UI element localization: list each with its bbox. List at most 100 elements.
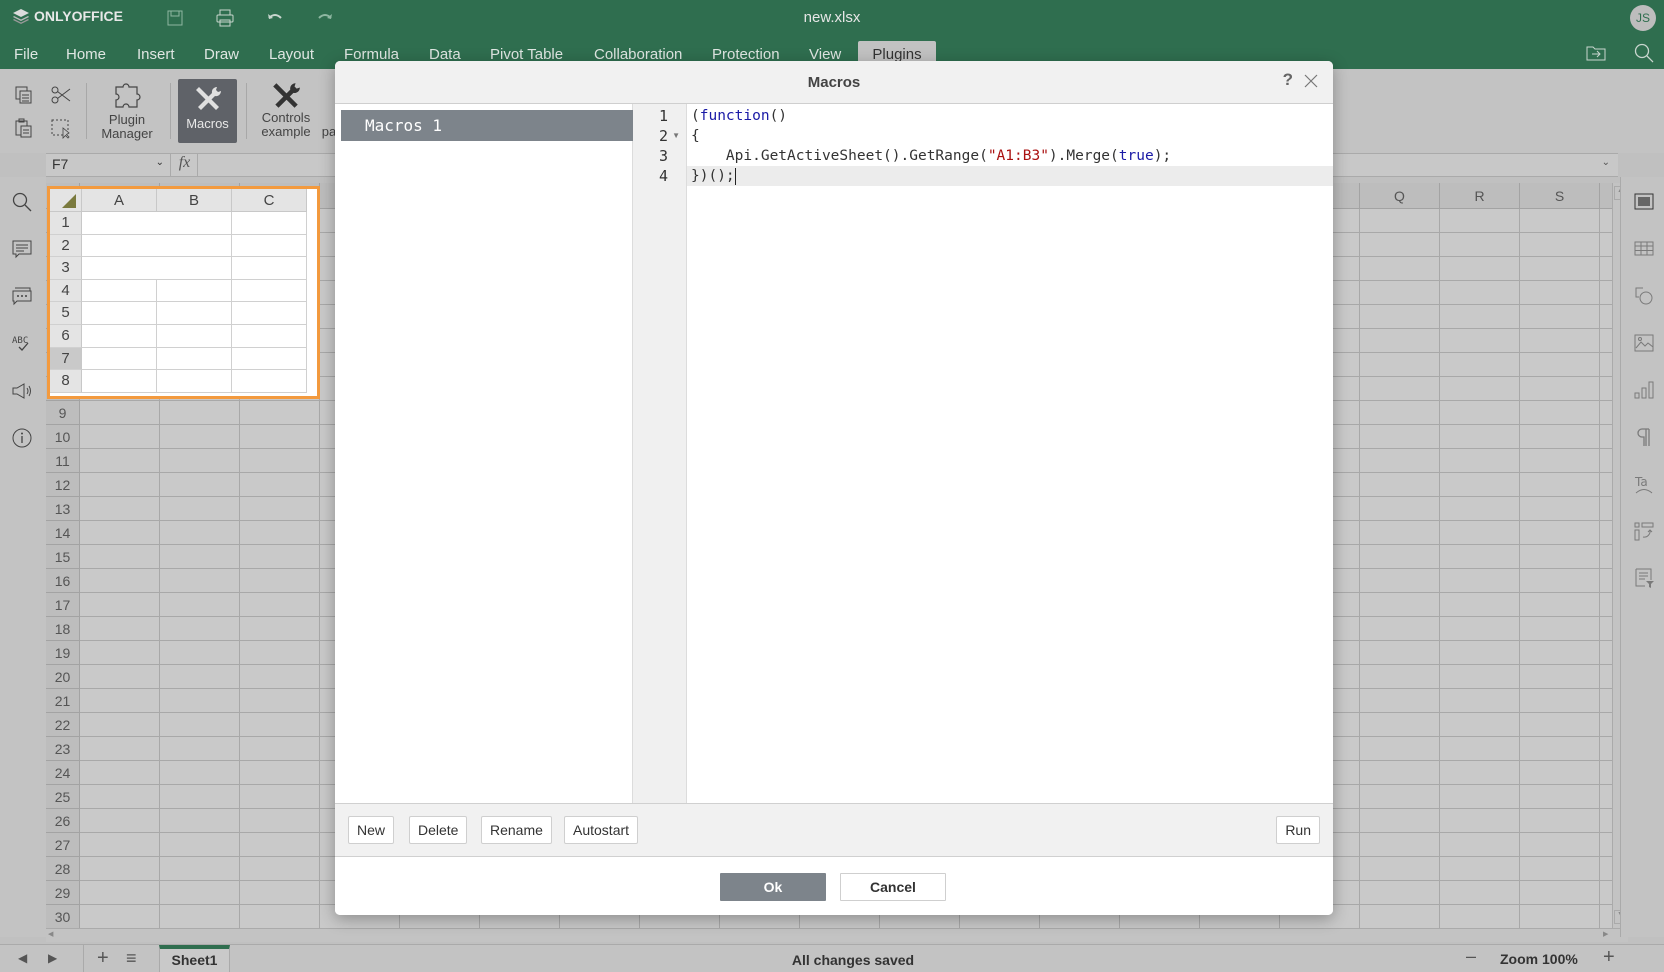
row-header[interactable]: 4 <box>50 279 82 303</box>
help-button[interactable]: ? <box>1283 70 1293 90</box>
cell[interactable] <box>157 325 232 348</box>
expand-formula-bar-icon[interactable]: ⌄ <box>1602 157 1610 168</box>
cell[interactable] <box>82 302 157 325</box>
cell[interactable] <box>82 370 157 393</box>
cell[interactable] <box>232 302 307 325</box>
column-header[interactable]: B <box>157 189 232 212</box>
row-header[interactable]: 8 <box>50 370 82 393</box>
column-header[interactable]: Q <box>1360 183 1440 209</box>
cell[interactable] <box>232 234 307 258</box>
text-art-settings-icon[interactable]: Ta <box>1633 473 1655 495</box>
column-header[interactable]: C <box>232 189 307 212</box>
partially-hidden-plugin-button[interactable]: pa <box>322 79 336 143</box>
row-header[interactable]: 3 <box>50 257 82 280</box>
column-header[interactable]: A <box>82 189 157 212</box>
autostart-button[interactable]: Autostart <box>564 816 639 844</box>
macros-button[interactable]: Macros <box>178 79 237 143</box>
about-info-icon[interactable] <box>11 427 33 449</box>
row-header[interactable]: 24 <box>46 761 80 785</box>
cell-settings-icon[interactable] <box>1633 191 1655 213</box>
tab-file[interactable]: File <box>0 41 52 69</box>
code-editor[interactable]: (function() { Api.GetActiveSheet().GetRa… <box>687 104 1333 803</box>
macro-list-item[interactable]: Macros 1 <box>341 110 633 141</box>
cell[interactable] <box>82 279 157 303</box>
cell[interactable] <box>232 325 307 348</box>
cell-name-box[interactable]: F7 ⌄ <box>46 154 171 176</box>
search-icon[interactable] <box>1633 42 1655 64</box>
controls-example-button[interactable]: Controls example <box>253 79 319 143</box>
select-all-corner[interactable] <box>50 189 82 212</box>
cut-icon[interactable] <box>50 84 72 106</box>
horizontal-scrollbar[interactable]: ◀ ▶ <box>46 928 1628 942</box>
new-macro-button[interactable]: New <box>348 816 395 844</box>
cell[interactable] <box>82 347 157 371</box>
row-header[interactable]: 2 <box>50 234 82 258</box>
chat-icon[interactable] <box>11 285 33 307</box>
row-header[interactable]: 27 <box>46 833 80 857</box>
row-header[interactable]: 21 <box>46 689 80 713</box>
tab-home[interactable]: Home <box>52 41 120 69</box>
cell[interactable] <box>157 279 232 303</box>
cell[interactable] <box>157 302 232 325</box>
column-header[interactable] <box>1600 183 1612 209</box>
copy-icon[interactable] <box>13 84 35 106</box>
cell[interactable] <box>232 257 307 280</box>
merged-cell[interactable] <box>82 212 232 235</box>
ok-button[interactable]: Ok <box>720 873 826 901</box>
row-header[interactable]: 29 <box>46 881 80 905</box>
cell[interactable] <box>232 279 307 303</box>
zoom-level[interactable]: Zoom 100% <box>1500 951 1578 967</box>
cell[interactable] <box>232 347 307 371</box>
close-icon[interactable] <box>1303 73 1319 89</box>
cell[interactable] <box>82 325 157 348</box>
row-header[interactable]: 22 <box>46 713 80 737</box>
pivot-table-settings-icon[interactable] <box>1633 520 1655 542</box>
user-avatar[interactable]: JS <box>1630 5 1656 31</box>
run-macro-button[interactable]: Run <box>1276 816 1320 844</box>
insert-function-button[interactable]: fx <box>172 154 198 176</box>
cancel-button[interactable]: Cancel <box>840 873 946 901</box>
scroll-right-arrow[interactable]: ▶ <box>1603 930 1616 941</box>
column-header[interactable]: S <box>1520 183 1600 209</box>
row-header[interactable]: 10 <box>46 425 80 449</box>
zoom-out-icon[interactable]: – <box>1466 946 1476 966</box>
zoom-in-icon[interactable]: + <box>1603 946 1615 968</box>
row-header[interactable]: 30 <box>46 905 80 928</box>
cell[interactable] <box>157 347 232 371</box>
cell[interactable] <box>232 370 307 393</box>
tab-draw[interactable]: Draw <box>190 41 253 69</box>
paragraph-settings-icon[interactable] <box>1633 426 1655 448</box>
tab-insert[interactable]: Insert <box>123 41 189 69</box>
row-header[interactable]: 1 <box>50 212 82 235</box>
row-header[interactable]: 12 <box>46 473 80 497</box>
merged-cell[interactable] <box>82 234 232 258</box>
feedback-megaphone-icon[interactable] <box>11 380 33 402</box>
cell[interactable] <box>157 370 232 393</box>
row-header[interactable]: 18 <box>46 617 80 641</box>
chart-settings-icon[interactable] <box>1633 379 1655 401</box>
slicer-settings-icon[interactable] <box>1633 567 1655 589</box>
comments-icon[interactable] <box>11 238 33 260</box>
row-header[interactable]: 7 <box>50 347 82 371</box>
rename-macro-button[interactable]: Rename <box>481 816 552 844</box>
spellcheck-icon[interactable]: ABC <box>11 332 33 354</box>
row-header[interactable]: 20 <box>46 665 80 689</box>
scroll-left-arrow[interactable]: ◀ <box>48 930 61 941</box>
row-header[interactable]: 9 <box>46 401 80 425</box>
row-header[interactable]: 14 <box>46 521 80 545</box>
row-header[interactable]: 5 <box>50 302 82 325</box>
row-header[interactable]: 13 <box>46 497 80 521</box>
table-settings-icon[interactable] <box>1633 238 1655 260</box>
row-header[interactable]: 6 <box>50 325 82 348</box>
chevron-down-icon[interactable]: ⌄ <box>156 157 164 168</box>
open-file-location-icon[interactable] <box>1585 42 1607 64</box>
row-header[interactable]: 19 <box>46 641 80 665</box>
image-settings-icon[interactable] <box>1633 332 1655 354</box>
row-header[interactable]: 17 <box>46 593 80 617</box>
row-header[interactable]: 23 <box>46 737 80 761</box>
search-icon[interactable] <box>11 191 33 213</box>
row-header[interactable]: 11 <box>46 449 80 473</box>
column-header[interactable]: R <box>1440 183 1520 209</box>
row-header[interactable]: 15 <box>46 545 80 569</box>
row-header[interactable]: 26 <box>46 809 80 833</box>
